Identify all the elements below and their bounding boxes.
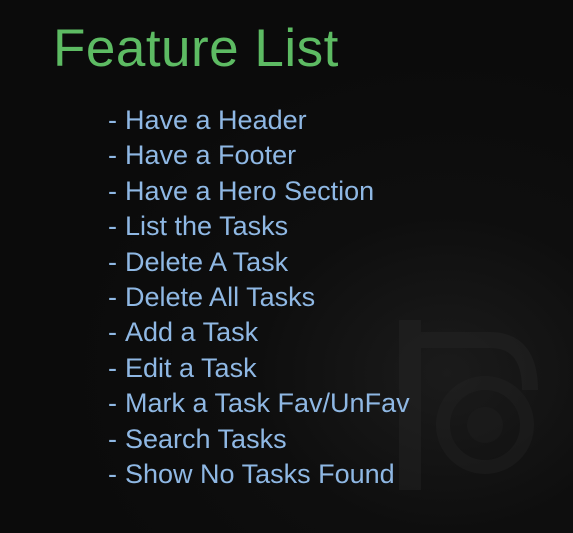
list-item: - Show No Tasks Found	[108, 457, 410, 492]
feature-label: Add a Task	[125, 317, 259, 348]
list-item: - Delete A Task	[108, 245, 410, 280]
feature-label: Delete All Tasks	[125, 281, 316, 312]
bullet-dash: -	[108, 352, 117, 383]
bullet-dash: -	[108, 388, 117, 419]
feature-label: Have a Footer	[125, 140, 297, 171]
feature-list: - Have a Header - Have a Footer - Have a He…	[108, 103, 410, 492]
list-item: - Have a Footer	[108, 138, 410, 173]
bullet-dash: -	[108, 105, 117, 135]
list-item: - Delete All Tasks	[108, 280, 410, 315]
bullet-dash: -	[108, 281, 117, 312]
list-item: - Search Tasks	[108, 422, 410, 457]
list-item: - Have a Header	[108, 103, 410, 138]
bullet-dash: -	[108, 317, 117, 348]
feature-label: List the Tasks	[125, 211, 289, 242]
bullet-dash: -	[108, 211, 117, 242]
bullet-dash: -	[108, 175, 117, 206]
bullet-dash: -	[108, 458, 117, 489]
bullet-dash: -	[108, 140, 117, 171]
list-item: - Add a Task	[108, 315, 410, 350]
feature-label: Edit a Task	[125, 352, 257, 383]
list-item: - Have a Hero Section	[108, 174, 410, 209]
bullet-dash: -	[108, 423, 117, 454]
slide-title: Feature List	[53, 19, 339, 78]
feature-label: Search Tasks	[125, 423, 287, 454]
feature-label: Have a Header	[125, 105, 307, 135]
feature-label: Show No Tasks Found	[125, 458, 395, 489]
list-item: - List the Tasks	[108, 209, 410, 244]
feature-label: Have a Hero Section	[125, 175, 375, 206]
bullet-dash: -	[108, 246, 117, 277]
list-item: - Mark a Task Fav/UnFav	[108, 386, 410, 421]
feature-label: Mark a Task Fav/UnFav	[125, 388, 410, 419]
feature-label: Delete A Task	[125, 246, 289, 277]
list-item: - Edit a Task	[108, 351, 410, 386]
presentation-slide: Feature List - Have a Header - Have a Foot…	[0, 0, 573, 533]
